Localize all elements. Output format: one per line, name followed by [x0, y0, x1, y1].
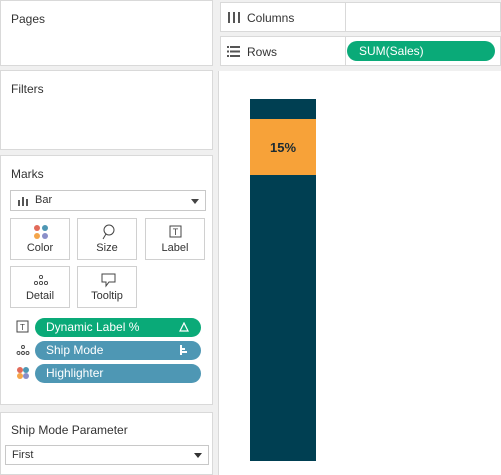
- svg-text:T: T: [173, 227, 179, 237]
- detail-button[interactable]: Detail: [10, 266, 70, 308]
- chevron-down-icon[interactable]: [194, 453, 202, 458]
- rows-shelf[interactable]: Rows SUM(Sales): [220, 36, 501, 66]
- speech-bubble-icon: [101, 273, 116, 288]
- mark-type-dropdown[interactable]: Bar: [10, 190, 206, 211]
- detail-label: Detail: [25, 290, 55, 302]
- columns-shelf[interactable]: Columns: [220, 2, 501, 32]
- tooltip-button[interactable]: Tooltip: [77, 266, 137, 308]
- mark-type-label: Bar: [35, 194, 53, 206]
- dynamic-label-pill[interactable]: Dynamic Label %: [35, 318, 201, 337]
- shelf-divider: [345, 3, 346, 31]
- color-dots-icon: [34, 225, 48, 239]
- size-lasso-icon: [102, 224, 115, 240]
- columns-label: Columns: [247, 11, 295, 25]
- pill-label: Highlighter: [46, 366, 104, 380]
- ship-mode-parameter-select[interactable]: First: [5, 445, 209, 465]
- size-label: Size: [96, 242, 118, 254]
- sum-sales-label: SUM(Sales): [359, 44, 424, 58]
- view-canvas[interactable]: 15%: [218, 71, 501, 475]
- color-button[interactable]: Color: [10, 218, 70, 260]
- columns-icon: [228, 12, 240, 23]
- sort-icon: [180, 345, 187, 355]
- sum-sales-pill[interactable]: SUM(Sales): [347, 41, 495, 61]
- delta-icon: [179, 322, 189, 332]
- tooltip-label: Tooltip: [91, 290, 123, 302]
- pages-title: Pages: [11, 12, 46, 26]
- text-label-icon: T: [16, 320, 29, 333]
- detail-dots-icon: [33, 274, 49, 286]
- color-label: Color: [26, 242, 54, 254]
- bar-chart-icon: [18, 197, 28, 206]
- pages-card: Pages: [0, 0, 213, 66]
- rows-icon: [227, 46, 240, 57]
- parameter-card: Ship Mode Parameter: [0, 412, 213, 475]
- rows-label: Rows: [247, 45, 278, 59]
- shelf-divider: [345, 37, 346, 65]
- ship-mode-pill[interactable]: Ship Mode: [35, 341, 201, 360]
- parameter-title: Ship Mode Parameter: [11, 423, 128, 437]
- chevron-down-icon[interactable]: [191, 199, 199, 204]
- svg-text:T: T: [20, 323, 25, 332]
- data-label: 15%: [270, 140, 296, 155]
- filters-card[interactable]: Filters: [0, 70, 213, 150]
- color-dots-icon: [17, 367, 29, 379]
- pill-label: Dynamic Label %: [46, 320, 140, 334]
- label-label: Label: [161, 242, 189, 254]
- pill-label: Ship Mode: [46, 343, 104, 357]
- text-label-icon: T: [169, 225, 182, 238]
- size-button[interactable]: Size: [77, 218, 137, 260]
- parameter-value: First: [12, 449, 34, 461]
- highlighter-pill[interactable]: Highlighter: [35, 364, 201, 383]
- label-button[interactable]: T Label: [145, 218, 205, 260]
- marks-title: Marks: [11, 167, 44, 181]
- bar-chart: 15%: [250, 99, 316, 461]
- filters-title: Filters: [11, 82, 44, 96]
- detail-dots-icon: [16, 345, 30, 355]
